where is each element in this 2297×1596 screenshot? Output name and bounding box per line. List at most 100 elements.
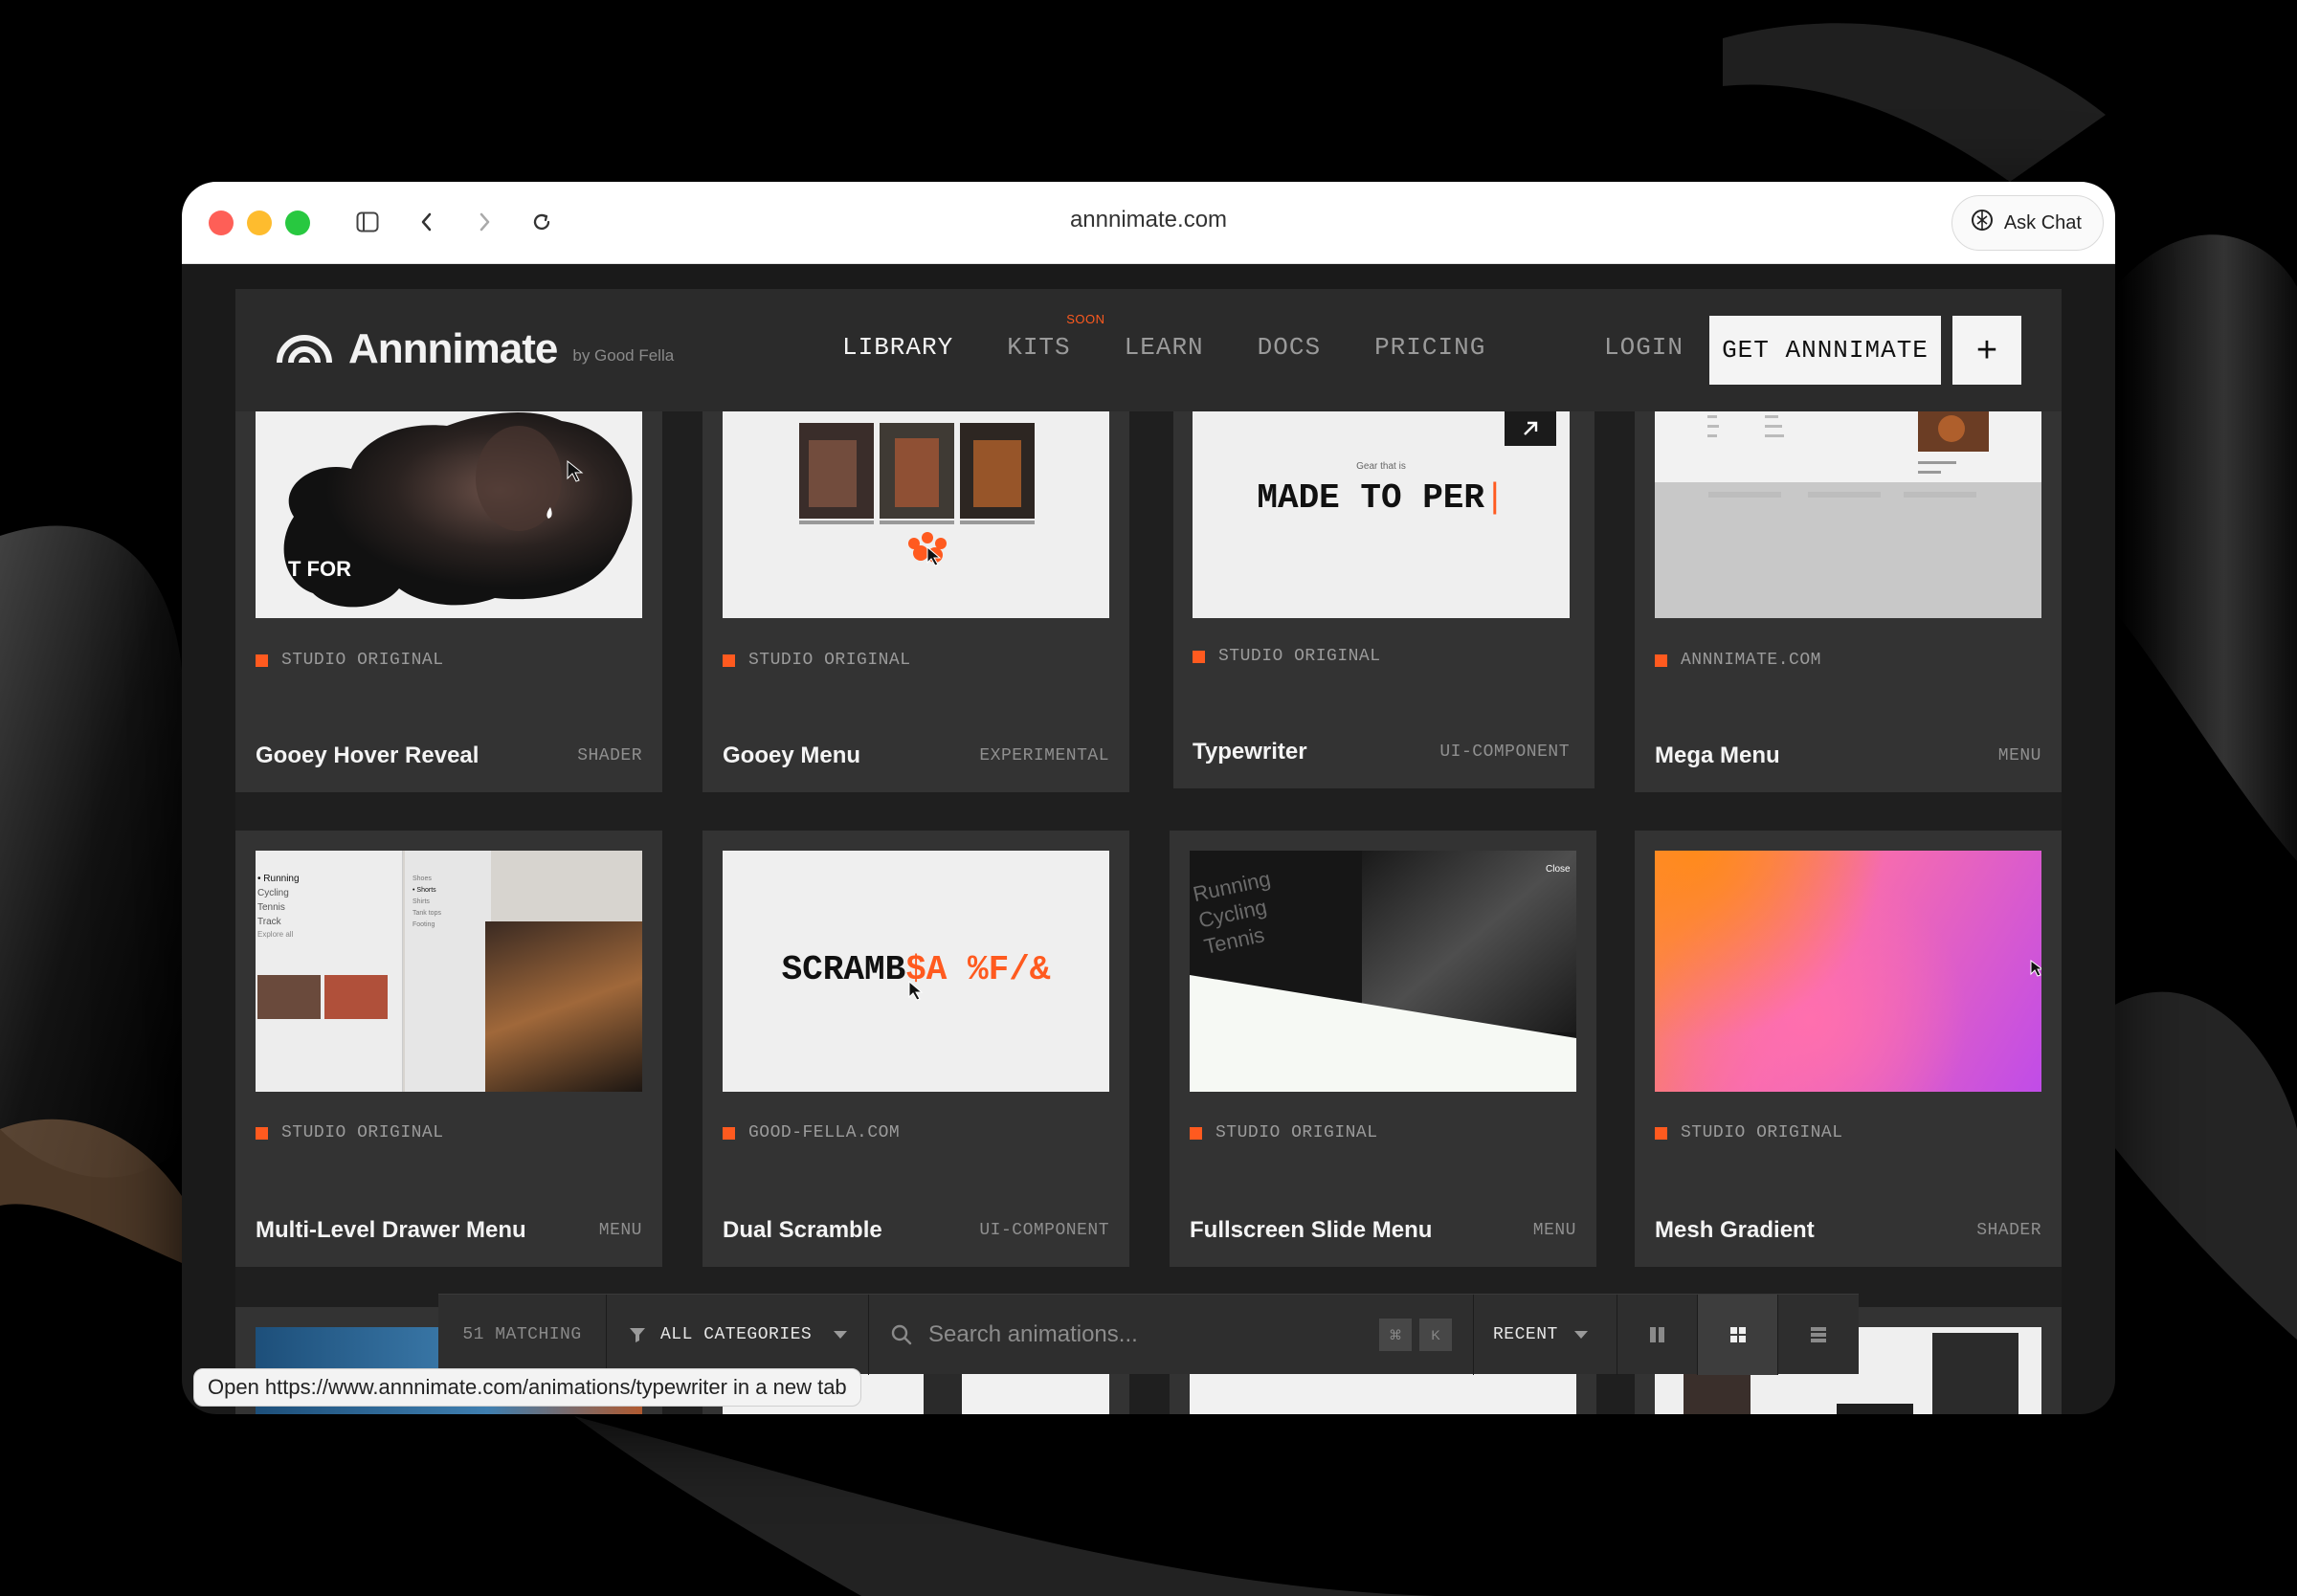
ask-chat-button[interactable]: Ask Chat xyxy=(1951,195,2104,251)
animation-card[interactable]: STUDIO ORIGINAL Mesh Gradient SHADER xyxy=(1635,831,2062,1267)
login-link[interactable]: LOGIN xyxy=(1604,333,1684,362)
accent-square xyxy=(1193,650,1205,663)
card-title: Mega Menu xyxy=(1655,743,1780,768)
card-thumbnail: • Running Cycling Tennis Track Explore a… xyxy=(256,851,642,1092)
card-category: UI-COMPONENT xyxy=(979,1221,1109,1240)
animation-card[interactable]: STUDIO ORIGINAL Gooey Menu EXPERIMENTAL xyxy=(702,411,1129,792)
card-source: STUDIO ORIGINAL xyxy=(1655,1123,1843,1142)
card-source: GOOD-FELLA.COM xyxy=(723,1123,900,1142)
card-title: Dual Scramble xyxy=(723,1217,882,1243)
top-navigation: Annnimate by Good Fella LIBRARY KITS SOO… xyxy=(235,289,2062,411)
card-source: ANNNIMATE.COM xyxy=(1655,651,1821,670)
animation-card[interactable]: ANNNIMATE.COM Mega Menu MENU xyxy=(1635,411,2062,792)
status-bar-url-tooltip: Open https://www.annnimate.com/animation… xyxy=(193,1368,861,1407)
grid-icon xyxy=(1729,1327,1746,1342)
card-source: STUDIO ORIGINAL xyxy=(256,651,444,670)
kbd-cmd: ⌘ xyxy=(1379,1319,1412,1351)
filter-icon xyxy=(630,1328,645,1342)
card-category: SHADER xyxy=(1976,1221,2041,1240)
card-category: MENU xyxy=(598,1221,642,1240)
animation-card[interactable]: Gear that is MADE TO PER| STUDIO ORIGINA… xyxy=(1173,411,1595,788)
animation-card[interactable]: SCRAMB$A %F/& GOOD-FELLA.COM Dual Scramb… xyxy=(702,831,1129,1267)
card-category: MENU xyxy=(1532,1221,1576,1240)
nav-docs[interactable]: DOCS xyxy=(1258,333,1321,362)
drawer-item[interactable]: Tennis xyxy=(257,900,402,915)
thumb-text: T FOR xyxy=(288,557,351,581)
accent-square xyxy=(1655,1126,1667,1140)
mega-menu-preview xyxy=(1655,411,2041,498)
card-category: EXPERIMENTAL xyxy=(979,746,1109,765)
logo-byline: by Good Fella xyxy=(572,346,675,365)
search-field[interactable]: Search animations... ⌘ K xyxy=(869,1295,1474,1375)
card-source: STUDIO ORIGINAL xyxy=(723,651,911,670)
columns-icon xyxy=(1649,1327,1664,1342)
plus-button[interactable]: + xyxy=(1952,316,2021,385)
drawer-item[interactable]: • Running xyxy=(257,872,402,886)
nav-learn[interactable]: LEARN xyxy=(1125,333,1204,362)
browser-titlebar: annnimate.com Ask Chat xyxy=(182,182,2115,264)
sort-value: RECENT xyxy=(1493,1325,1558,1344)
chevron-down-icon xyxy=(834,1331,848,1339)
gooey-blob-image: T FOR xyxy=(283,411,633,608)
cursor-icon xyxy=(908,981,924,1001)
nav-kits-label: KITS xyxy=(1007,333,1071,362)
card-source: STUDIO ORIGINAL xyxy=(256,1123,444,1142)
nav-library[interactable]: LIBRARY xyxy=(842,333,953,362)
view-large-grid-button[interactable] xyxy=(1617,1295,1698,1375)
animation-card[interactable]: • Running Cycling Tennis Track Explore a… xyxy=(235,831,662,1267)
ask-chat-label: Ask Chat xyxy=(2003,211,2082,233)
sort-dropdown[interactable]: RECENT xyxy=(1474,1295,1617,1375)
category-dropdown[interactable]: ALL CATEGORIES xyxy=(607,1295,869,1375)
animation-card[interactable]: T FOR STUDIO ORIGINAL Gooey Hover Reveal… xyxy=(235,411,662,792)
card-thumbnail: T FOR xyxy=(256,411,642,618)
drawer-item[interactable]: Track xyxy=(257,915,402,929)
accent-square xyxy=(1190,1126,1202,1140)
drawer-item[interactable]: Explore all xyxy=(257,929,402,941)
card-category: UI-COMPONENT xyxy=(1439,743,1570,762)
view-list-button[interactable] xyxy=(1778,1295,1859,1375)
drawer-photo xyxy=(485,921,642,1092)
soon-badge: SOON xyxy=(1066,312,1105,326)
get-annnimate-button[interactable]: GET ANNNIMATE xyxy=(1709,316,1941,385)
filter-toolbar: 51 MATCHING ALL CATEGORIES Search animat… xyxy=(438,1294,1859,1375)
cursor-icon xyxy=(2030,960,2041,977)
card-thumbnail xyxy=(1655,851,2041,1092)
logo[interactable]: Annnimate by Good Fella xyxy=(276,325,674,373)
open-new-tab-icon[interactable] xyxy=(1505,411,1556,446)
site-content: Annnimate by Good Fella LIBRARY KITS SOO… xyxy=(235,289,2062,1414)
typewriter-text: MADE TO PER| xyxy=(1257,478,1505,518)
nav-kits[interactable]: KITS SOON xyxy=(1007,312,1104,362)
card-title: Fullscreen Slide Menu xyxy=(1190,1217,1433,1243)
card-thumbnail: Running Cycling Tennis Close xyxy=(1190,851,1576,1092)
slide-menu-preview: Running Cycling Tennis Close xyxy=(1190,851,1576,1092)
card-thumbnail: Gear that is MADE TO PER| xyxy=(1193,411,1570,618)
drawer-level-1: • Running Cycling Tennis Track Explore a… xyxy=(256,851,403,1092)
card-title: Typewriter xyxy=(1193,739,1307,765)
close-label: Close xyxy=(1546,864,1571,875)
card-thumbnail xyxy=(1655,411,2041,618)
card-category: MENU xyxy=(1997,746,2041,765)
view-grid-button[interactable] xyxy=(1698,1295,1778,1375)
drawer-item[interactable]: Cycling xyxy=(257,886,402,900)
matching-count: 51 MATCHING xyxy=(438,1295,607,1375)
card-source: STUDIO ORIGINAL xyxy=(1190,1123,1378,1142)
drawer-level-2: Shoes • Shorts Shirts Tank tops Footing xyxy=(405,851,491,1092)
address-bar[interactable]: annnimate.com xyxy=(182,207,2115,233)
search-icon xyxy=(891,1324,912,1345)
nav-pricing[interactable]: PRICING xyxy=(1374,333,1485,362)
animation-card[interactable]: Running Cycling Tennis Close STUDIO ORIG… xyxy=(1170,831,1596,1267)
chevron-down-icon xyxy=(1573,1331,1588,1339)
annnimate-logo-icon xyxy=(276,330,337,369)
card-category: SHADER xyxy=(577,746,642,765)
shortcut-keys: ⌘ K xyxy=(1379,1319,1452,1351)
search-input[interactable]: Search animations... xyxy=(928,1321,1138,1348)
card-title: Mesh Gradient xyxy=(1655,1217,1815,1243)
chat-knot-icon xyxy=(1970,208,1995,238)
card-thumbnail xyxy=(1190,1374,1576,1414)
card-thumbnail xyxy=(723,411,1109,618)
accent-square xyxy=(256,1126,268,1140)
card-thumbnail: SCRAMB$A %F/& xyxy=(723,851,1109,1092)
accent-square xyxy=(723,654,735,667)
card-source: STUDIO ORIGINAL xyxy=(1193,647,1381,666)
logo-wordmark: Annnimate xyxy=(348,325,558,372)
